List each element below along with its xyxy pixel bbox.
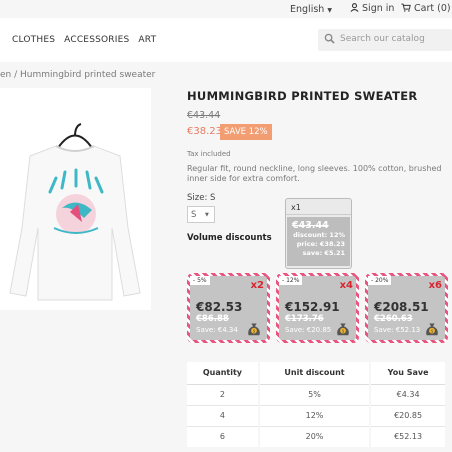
- current-price: €38.23: [187, 126, 222, 137]
- svg-text:$: $: [431, 329, 434, 335]
- volume-discounts-heading: Volume discounts: [187, 233, 272, 243]
- volume-card-x4[interactable]: - 12% x4 €152.91 €173.76 Save: €20.85 $: [276, 273, 359, 343]
- volume-card-amount: €82.53: [196, 300, 243, 314]
- volume-card-old-price: €173.76: [285, 314, 324, 324]
- cart-link[interactable]: Cart (0): [401, 3, 451, 14]
- volume-card-amount: €208.51: [374, 300, 429, 314]
- tooltip-body: €43.44 discount: 12% price: €38.23 save:…: [287, 217, 350, 266]
- volume-card-percent: - 12%: [279, 276, 303, 285]
- table-cell-save: €20.85: [370, 404, 445, 426]
- column-header-you-save: You Save: [370, 362, 445, 385]
- breadcrumb: en / Hummingbird printed sweater: [0, 70, 156, 80]
- volume-card-amount: €152.91: [285, 300, 340, 314]
- product-image[interactable]: [0, 88, 151, 310]
- volume-card-body: - 12% x4 €152.91 €173.76 Save: €20.85 $: [279, 276, 356, 340]
- money-bag-icon: $: [248, 323, 260, 336]
- volume-card-multiplier: x6: [428, 280, 442, 291]
- user-icon: [350, 3, 359, 12]
- table-cell-save: €52.13: [370, 425, 445, 447]
- table-cell-discount: 12%: [258, 404, 372, 426]
- tooltip-price: price: €38.23: [296, 240, 345, 248]
- top-bar: English ▼ Sign in Cart (0): [0, 0, 452, 18]
- caret-down-icon: ▼: [205, 212, 209, 218]
- column-header-unit-discount: Unit discount: [258, 362, 372, 385]
- money-bag-icon: $: [426, 323, 438, 336]
- discount-badge: SAVE 12%: [220, 124, 272, 140]
- table-cell-discount: 20%: [258, 425, 372, 447]
- volume-card-body: - 5% x2 €82.53 €86.88 Save: €4.34 $: [190, 276, 267, 340]
- search-input[interactable]: Search our catalog: [318, 29, 452, 51]
- tooltip-discount: discount: 12%: [293, 231, 345, 239]
- search-icon: [324, 33, 335, 44]
- table-row: 4 12% €20.85: [187, 404, 445, 426]
- volume-card-save: Save: €20.85: [285, 326, 332, 334]
- volume-card-old-price: €86.88: [196, 314, 229, 324]
- table-cell-quantity: 6: [187, 425, 260, 447]
- tooltip-save: save: €5.21: [302, 249, 345, 257]
- table-cell-quantity: 2: [187, 383, 260, 405]
- volume-card-multiplier: x2: [250, 280, 264, 291]
- volume-card-multiplier: x4: [339, 280, 353, 291]
- search-placeholder: Search our catalog: [340, 34, 425, 44]
- volume-card-percent: - 5%: [190, 276, 210, 285]
- cart-icon: [401, 3, 411, 12]
- price-tooltip: x1 €43.44 discount: 12% price: €38.23 sa…: [285, 198, 352, 269]
- category-menu: CLOTHES ACCESSORIES ART: [12, 35, 165, 45]
- table-cell-quantity: 4: [187, 404, 260, 426]
- money-bag-icon: $: [337, 323, 349, 336]
- language-label: English: [290, 4, 325, 15]
- volume-card-old-price: €260.63: [374, 314, 413, 324]
- volume-card-x2[interactable]: - 5% x2 €82.53 €86.88 Save: €4.34 $: [187, 273, 270, 343]
- volume-card-x6[interactable]: - 20% x6 €208.51 €260.63 Save: €52.13 $: [365, 273, 448, 343]
- product-title: HUMMINGBIRD PRINTED SWEATER: [187, 89, 418, 103]
- volume-card-save: Save: €4.34: [196, 326, 238, 334]
- cart-label: Cart (0): [414, 3, 451, 14]
- language-selector[interactable]: English ▼: [290, 4, 332, 15]
- column-header-quantity: Quantity: [187, 362, 260, 385]
- product-description: Regular fit, round neckline, long sleeve…: [187, 164, 442, 183]
- sign-in-label: Sign in: [362, 3, 395, 14]
- tax-label: Tax included: [187, 150, 231, 158]
- caret-down-icon: ▼: [327, 7, 332, 14]
- nav-item-clothes[interactable]: CLOTHES: [12, 35, 55, 45]
- discount-table: Quantity Unit discount You Save 2 5% €4.…: [187, 362, 445, 447]
- volume-card-body: - 20% x6 €208.51 €260.63 Save: €52.13 $: [368, 276, 445, 340]
- table-cell-save: €4.34: [370, 383, 445, 405]
- regular-price: €43.44: [187, 110, 221, 121]
- volume-card-percent: - 20%: [368, 276, 392, 285]
- size-select-value: S: [191, 210, 197, 220]
- volume-card-save: Save: €52.13: [374, 326, 421, 334]
- size-select[interactable]: S ▼: [187, 206, 215, 223]
- svg-text:$: $: [342, 329, 345, 335]
- size-label: Size: S: [187, 193, 216, 203]
- svg-text:$: $: [253, 329, 256, 335]
- table-row: 2 5% €4.34: [187, 383, 445, 405]
- tooltip-old-price: €43.44: [292, 220, 329, 231]
- sign-in-link[interactable]: Sign in: [350, 3, 394, 14]
- nav-item-art[interactable]: ART: [138, 35, 156, 45]
- nav-item-accessories[interactable]: ACCESSORIES: [64, 35, 129, 45]
- table-cell-discount: 5%: [258, 383, 372, 405]
- table-header-row: Quantity Unit discount You Save: [187, 362, 445, 385]
- tooltip-quantity: x1: [286, 199, 351, 215]
- table-row: 6 20% €52.13: [187, 425, 445, 447]
- sweater-illustration: [9, 123, 141, 301]
- main-nav: CLOTHES ACCESSORIES ART Search our catalog: [0, 18, 452, 62]
